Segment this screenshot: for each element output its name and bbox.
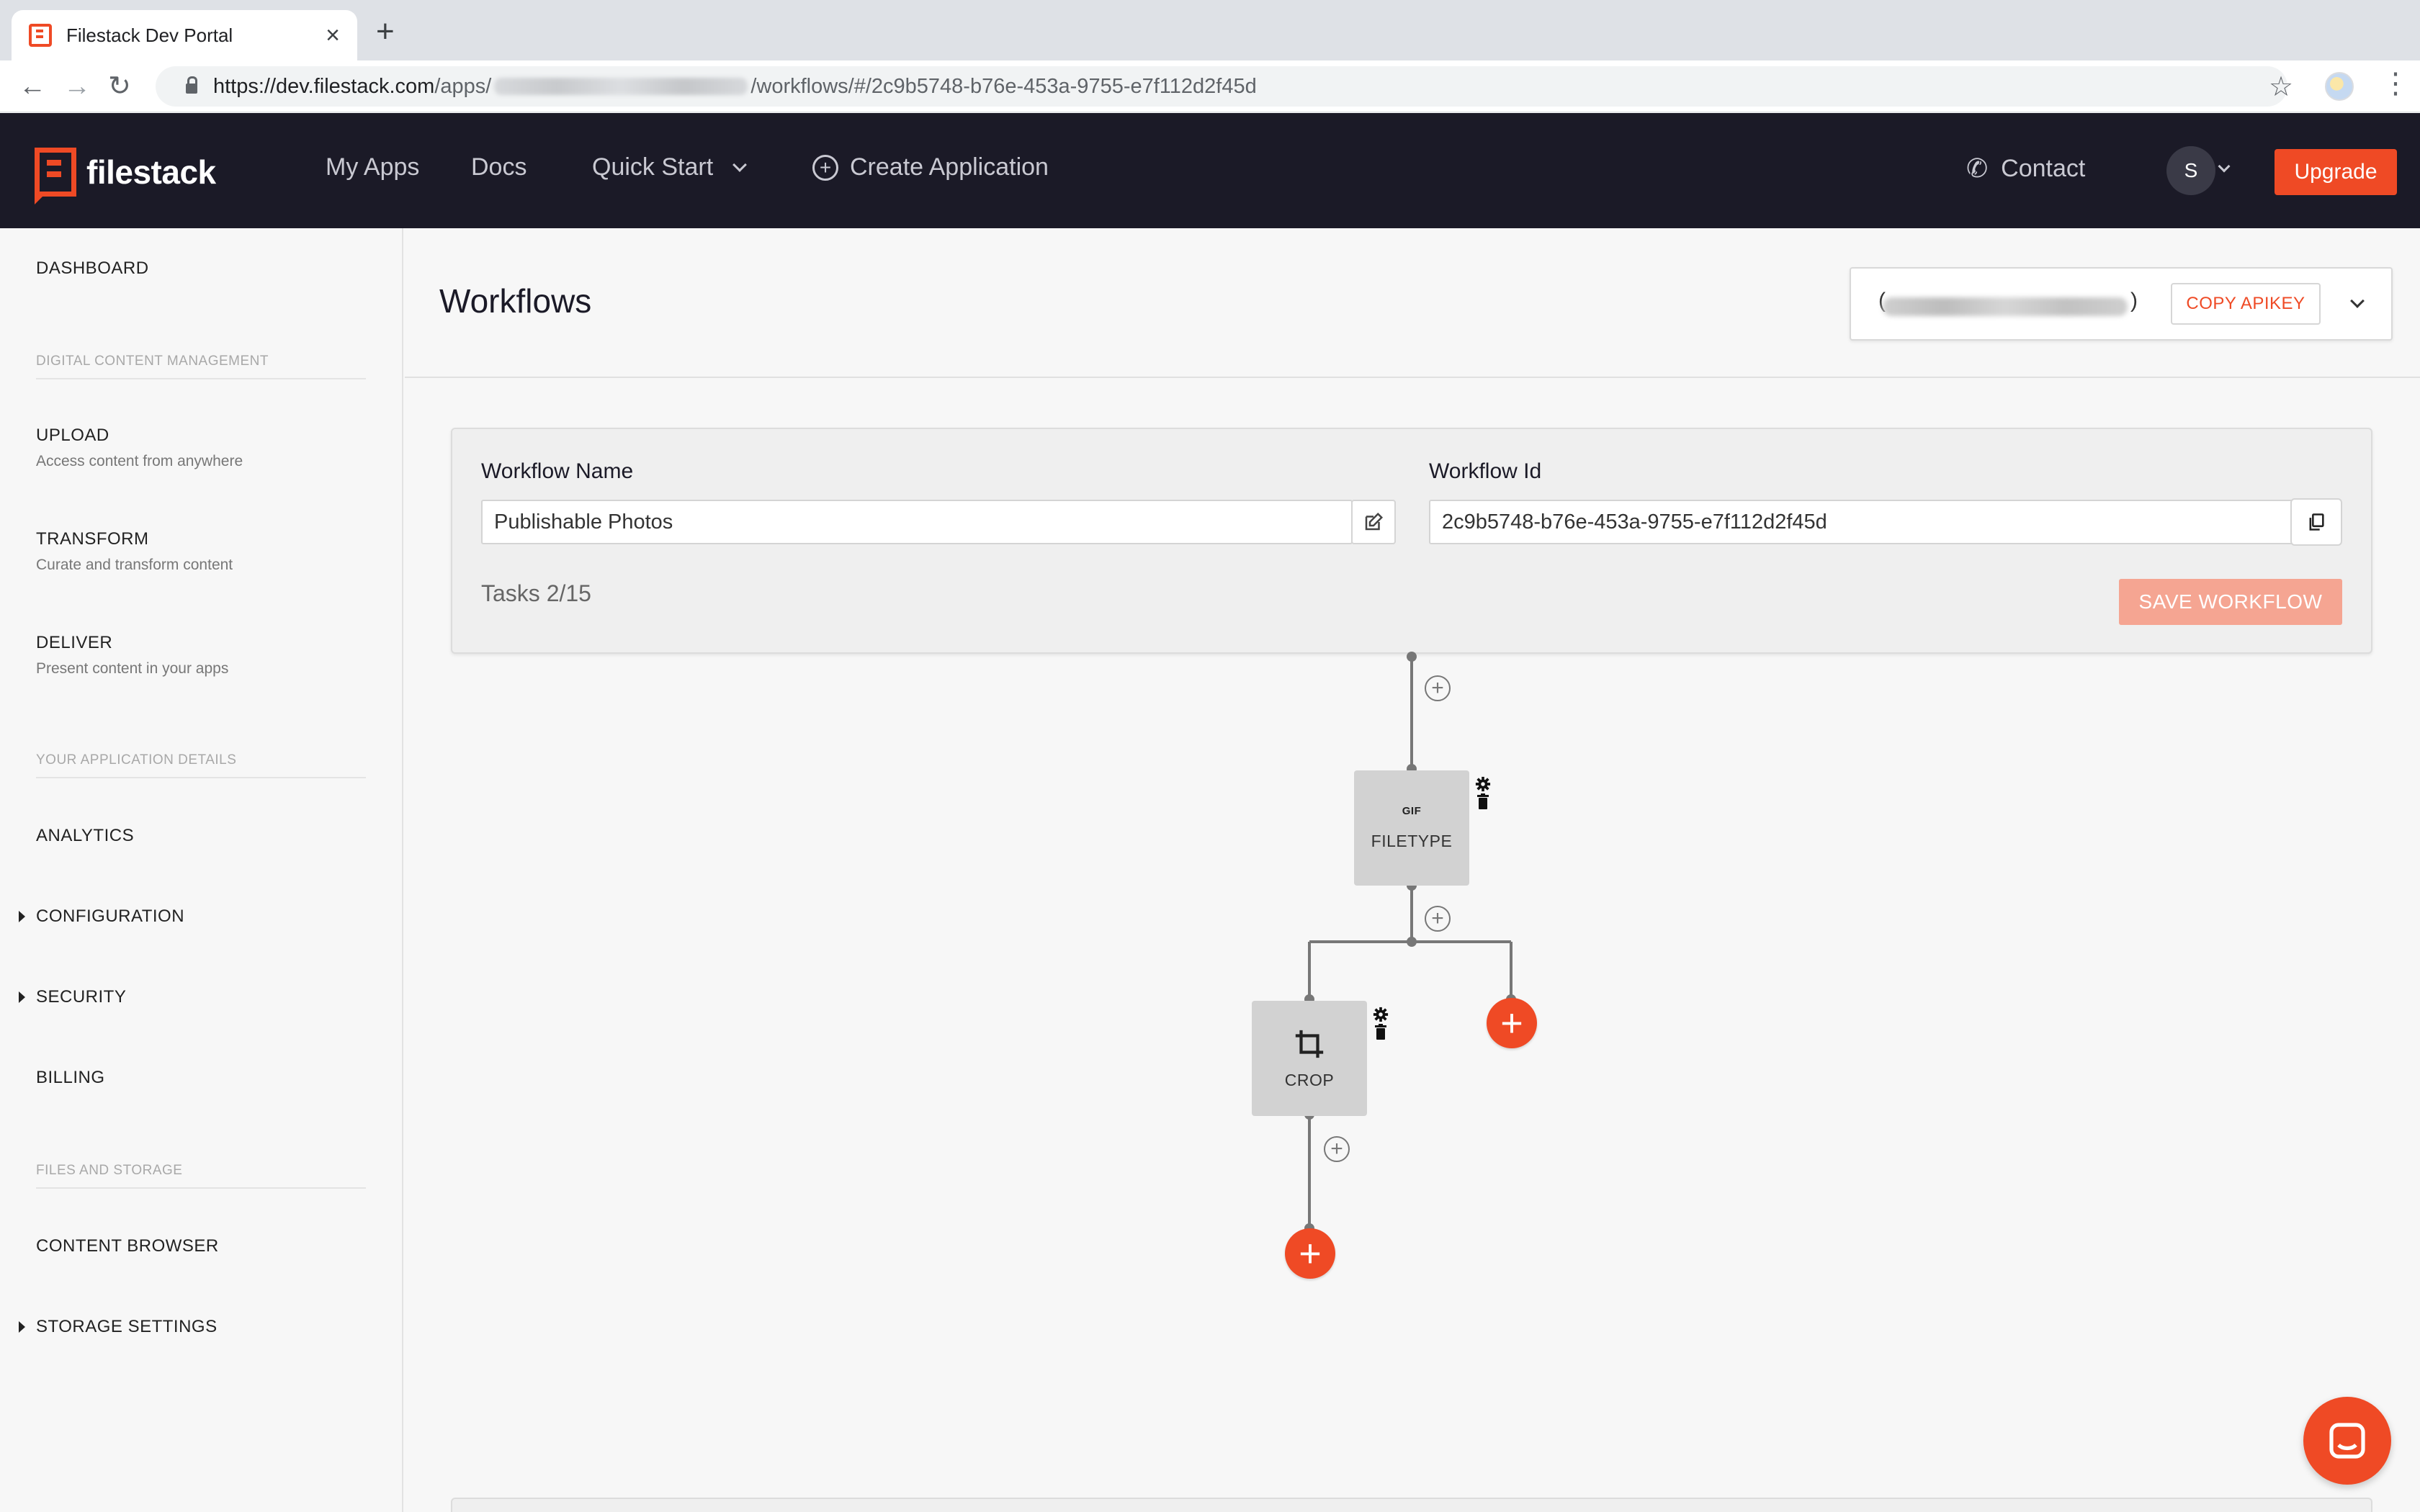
task-node-filetype[interactable]: GIF FILETYPE	[1354, 770, 1469, 886]
chat-launcher-button[interactable]	[2303, 1397, 2391, 1485]
gif-filetype-icon: GIF	[1402, 805, 1422, 817]
add-task-above-button[interactable]: +	[1425, 675, 1451, 701]
workflow-graph: + GIF FILETYPE + CROP + + +	[0, 0, 2420, 1512]
crop-node-tools	[1373, 1007, 1389, 1040]
crop-icon	[1295, 1030, 1324, 1058]
add-branch-task-button[interactable]: +	[1487, 998, 1537, 1048]
gear-icon[interactable]	[1475, 776, 1491, 792]
filetype-node-tools	[1475, 776, 1491, 809]
task-label-crop: CROP	[1284, 1070, 1335, 1089]
add-final-task-button[interactable]: +	[1285, 1228, 1335, 1279]
next-card-edge	[451, 1498, 2372, 1512]
graph-connectors	[1304, 652, 1516, 1233]
task-node-crop[interactable]: CROP	[1252, 1001, 1367, 1116]
add-task-below-filetype-button[interactable]: +	[1425, 906, 1451, 932]
task-label-filetype: FILETYPE	[1371, 832, 1453, 850]
add-task-below-crop-button[interactable]: +	[1324, 1136, 1350, 1162]
gear-icon[interactable]	[1373, 1007, 1389, 1022]
trash-icon[interactable]	[1476, 793, 1489, 809]
trash-icon[interactable]	[1374, 1024, 1387, 1040]
chat-icon	[2329, 1423, 2365, 1459]
